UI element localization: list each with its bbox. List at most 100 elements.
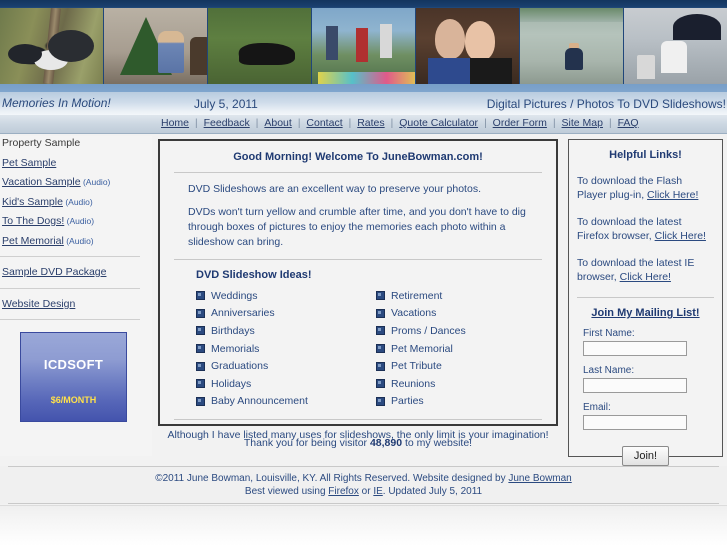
- bullet-square-icon: [196, 308, 205, 318]
- sidebar-item-property-sample: Property Sample: [0, 136, 152, 154]
- sidebar-link-label[interactable]: Pet Memorial: [2, 235, 64, 247]
- sidebar-link-label[interactable]: Vacation Sample: [2, 176, 81, 188]
- main-content-box: Good Morning! Welcome To JuneBowman.com!…: [158, 139, 558, 441]
- idea-label: Weddings: [211, 289, 258, 302]
- input-email[interactable]: [583, 415, 687, 430]
- updated-text: . Updated July 5, 2011: [382, 486, 483, 497]
- nav-item-rates[interactable]: Rates: [351, 117, 390, 129]
- idea-label: Pet Tribute: [391, 360, 442, 373]
- nav-item-order-form[interactable]: Order Form: [487, 117, 553, 129]
- join-button[interactable]: Join!: [621, 446, 670, 466]
- idea-label: Pet Memorial: [391, 342, 453, 355]
- ideas-column-left: Weddings Anniversaries Birthdays Memorials G…: [196, 287, 376, 410]
- label-email: Email:: [583, 402, 611, 413]
- bullet-square-icon: [376, 361, 385, 371]
- sidebar-link-label[interactable]: Website Design: [2, 298, 75, 310]
- sidebar-divider-1: [0, 256, 140, 257]
- sidebar-item-kid-s-sample[interactable]: Kid's Sample (Audio): [0, 195, 152, 213]
- click-here-link-2[interactable]: Click Here!: [655, 230, 706, 242]
- idea-item: Graduations: [196, 357, 376, 375]
- sidebar-item-website-design[interactable]: Website Design: [0, 297, 152, 315]
- banner-photo-two-girls-faces: [416, 8, 520, 84]
- ie-link[interactable]: IE: [373, 486, 382, 497]
- banner-photo-girl-under-umbrella: [624, 8, 727, 84]
- join-button-wrapper: Join!: [569, 446, 722, 466]
- idea-item: Weddings: [196, 287, 376, 305]
- nav-item-site-map[interactable]: Site Map: [556, 117, 609, 129]
- idea-item: Vacations: [376, 305, 556, 323]
- sidebar-item-vacation-sample[interactable]: Vacation Sample (Audio): [0, 175, 152, 193]
- idea-item: Birthdays: [196, 322, 376, 340]
- sidebar-item-to-the-dogs[interactable]: To The Dogs! (Audio): [0, 214, 152, 232]
- idea-item: Pet Memorial: [376, 340, 556, 358]
- click-here-link-3[interactable]: Click Here!: [620, 271, 671, 283]
- input-first-name[interactable]: [583, 341, 687, 356]
- title-bar: Memories In Motion! July 5, 2011 Digital…: [0, 92, 727, 116]
- sidebar-design-links: Website Design: [0, 297, 152, 315]
- content-divider-1: [174, 172, 542, 173]
- nav-item-contact[interactable]: Contact: [300, 117, 348, 129]
- bullet-square-icon: [196, 396, 205, 406]
- page-root: Memories In Motion! July 5, 2011 Digital…: [0, 0, 727, 546]
- nav-item-about[interactable]: About: [258, 117, 297, 129]
- main-navigation: Home | Feedback | About | Contact | Rates | Quote …: [0, 115, 727, 134]
- copyright-text: ©2011 June Bowman, Louisville, KY. All R…: [155, 473, 509, 484]
- ad-brand-name: ICDSOFT: [43, 357, 104, 372]
- firefox-link[interactable]: Firefox: [328, 486, 359, 497]
- page-bottom-fill: [0, 505, 727, 546]
- banner-photo-black-dog-in-grass: [208, 8, 312, 84]
- best-viewed-text: Best viewed using: [244, 486, 329, 497]
- sidebar-link-label[interactable]: Kid's Sample: [2, 196, 63, 208]
- intro-paragraph-1: DVD Slideshows are an excellent way to p…: [188, 183, 481, 195]
- idea-label: Proms / Dances: [391, 324, 466, 337]
- sidebar-package-links: Sample DVD Package: [0, 265, 152, 283]
- audio-badge: (Audio): [62, 196, 93, 207]
- idea-label: Memorials: [211, 342, 260, 355]
- sidebar-item-pet-sample[interactable]: Pet Sample: [0, 156, 152, 174]
- bullet-square-icon: [196, 291, 205, 301]
- site-tagline: Memories In Motion!: [2, 96, 111, 110]
- input-last-name[interactable]: [583, 378, 687, 393]
- banner-photo-band-playing-outdoors: [312, 8, 416, 84]
- ideas-column-right: Retirement Vacations Proms / Dances Pet Mem…: [376, 287, 556, 410]
- idea-item: Pet Tribute: [376, 357, 556, 375]
- nav-item-home[interactable]: Home: [155, 117, 195, 129]
- sidebar-item-pet-memorial[interactable]: Pet Memorial (Audio): [0, 234, 152, 252]
- welcome-heading: Good Morning! Welcome To JuneBowman.com!: [233, 151, 483, 163]
- nav-items-container: Home | Feedback | About | Contact | Rates | Quote …: [155, 117, 645, 129]
- idea-label: Parties: [391, 395, 424, 408]
- nav-item-quote-calculator[interactable]: Quote Calculator: [393, 117, 484, 129]
- designer-link[interactable]: June Bowman: [508, 473, 571, 484]
- idea-item: Anniversaries: [196, 305, 376, 323]
- sidebar-link-label[interactable]: To The Dogs!: [2, 215, 64, 227]
- sidebar-sample-links: Property Sample Pet Sample Vacation Sample…: [0, 136, 152, 251]
- icdsoft-ad-banner[interactable]: ICDSOFT $6/MONTH: [20, 332, 127, 422]
- sidebar-link-label[interactable]: Sample DVD Package: [2, 266, 106, 278]
- visitor-counter: Thank you for being visitor 48,890 to my…: [158, 437, 558, 449]
- idea-item: Reunions: [376, 375, 556, 393]
- or-text: or: [358, 486, 374, 497]
- audio-badge: (Audio): [63, 235, 94, 246]
- mailing-list-heading: Join My Mailing List!: [591, 307, 700, 319]
- idea-label: Birthdays: [211, 324, 255, 337]
- bullet-square-icon: [376, 396, 385, 406]
- idea-label: Anniversaries: [211, 307, 275, 320]
- idea-label: Baby Announcement: [211, 395, 308, 408]
- visitor-count: 48,890: [369, 437, 403, 449]
- page-footer: ©2011 June Bowman, Louisville, KY. All R…: [0, 466, 727, 504]
- idea-item: Memorials: [196, 340, 376, 358]
- banner-photo-two-dogs-on-grass: [0, 8, 104, 84]
- helpful-link-2: To download the latest Firefox browser, …: [577, 215, 714, 243]
- nav-item-feedback[interactable]: Feedback: [198, 117, 256, 129]
- click-here-link-1[interactable]: Click Here!: [647, 189, 698, 201]
- helpful-link-1: To download the Flash Player plug-in, Cl…: [577, 174, 714, 202]
- label-last-name: Last Name:: [583, 365, 635, 376]
- idea-item: Retirement: [376, 287, 556, 305]
- ad-price-label: $6/MONTH: [50, 395, 97, 405]
- sidebar-link-label[interactable]: Pet Sample: [2, 157, 56, 169]
- footer-divider-bottom: [8, 503, 719, 504]
- nav-item-faq[interactable]: FAQ: [612, 117, 645, 129]
- sidebar-item-sample-dvd-package[interactable]: Sample DVD Package: [0, 265, 152, 283]
- sidebar-plain-label: Property Sample: [2, 137, 81, 149]
- ideas-heading: DVD Slideshow Ideas!: [196, 269, 312, 281]
